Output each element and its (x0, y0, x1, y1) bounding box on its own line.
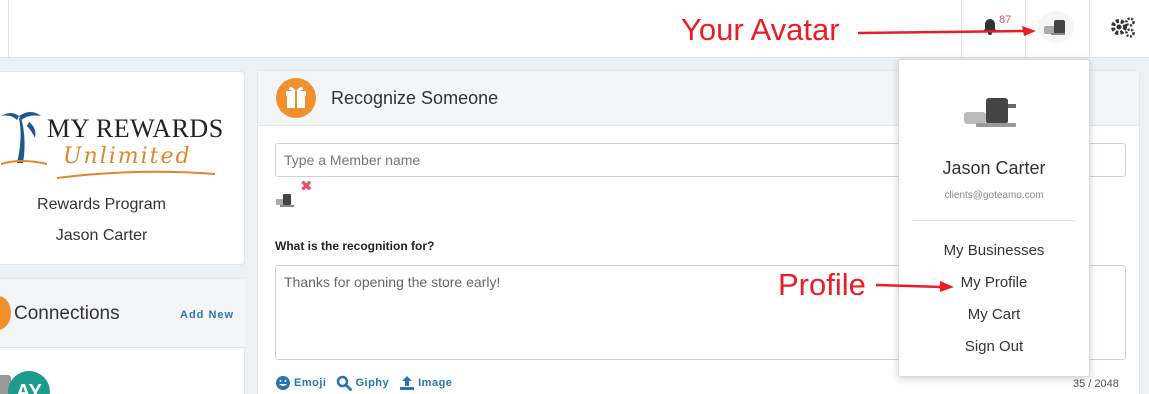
image-label: Image (418, 377, 453, 389)
emoji-button[interactable]: Emoji (275, 375, 326, 391)
menu-item-sign-out[interactable]: Sign Out (899, 338, 1089, 355)
logo-main-text: MY REWARDS (47, 114, 224, 143)
user-menu-dropdown: Jason Carter clients@goteamo.com My Busi… (898, 59, 1090, 377)
connections-icon (0, 296, 11, 330)
recognition-question-label: What is the recognition for? (275, 239, 435, 253)
gift-icon (276, 78, 316, 118)
notification-count: 87 (999, 14, 1012, 26)
emoji-label: Emoji (294, 377, 327, 389)
connections-header: Connections Add New (0, 279, 246, 348)
user-menu-email: clients@goteamo.com (944, 190, 1044, 201)
emoji-icon (276, 376, 290, 390)
top-bar-divider (1089, 0, 1090, 58)
top-bar-divider (8, 0, 9, 58)
annotation-profile: Profile (778, 267, 866, 302)
annotation-arrow-profile (876, 281, 954, 292)
menu-item-my-businesses[interactable]: My Businesses (899, 242, 1089, 259)
selected-member-avatar (275, 189, 297, 209)
user-menu-avatar (962, 94, 1026, 134)
remove-member-icon[interactable]: ✖ (300, 177, 313, 195)
annotation-your-avatar: Your Avatar (681, 12, 840, 47)
giphy-button[interactable]: Giphy (336, 375, 389, 391)
upload-icon (400, 376, 415, 390)
giphy-label: Giphy (355, 377, 390, 389)
program-logo: MY REWARDS Unlimited (1, 92, 226, 179)
user-avatar-button[interactable] (1038, 11, 1074, 43)
avatar-icon (1044, 20, 1065, 35)
image-upload-button[interactable]: Image (399, 375, 452, 391)
search-icon (337, 375, 353, 391)
program-card: MY REWARDS Unlimited Rewards Program Jas… (0, 71, 245, 265)
recognize-title: Recognize Someone (331, 88, 499, 108)
add-connection-link[interactable]: Add New (180, 309, 234, 321)
settings-gear-icon[interactable] (1108, 14, 1138, 40)
connections-title: Connections (14, 303, 120, 324)
menu-item-my-cart[interactable]: My Cart (899, 306, 1089, 323)
program-user-name: Jason Carter (55, 227, 148, 244)
connections-card: Connections Add New AY (0, 278, 246, 394)
user-menu-divider (912, 220, 1076, 221)
program-name: Rewards Program (37, 196, 166, 213)
logo-swoosh-icon (57, 170, 216, 179)
logo-sub-text: Unlimited (63, 144, 192, 169)
palm-tree-icon (1, 112, 48, 165)
connection-avatar[interactable]: AY (8, 371, 50, 394)
message-toolbar: Emoji Giphy Image (275, 375, 452, 391)
character-counter: 35 / 2048 (1073, 378, 1119, 390)
annotation-arrow-avatar (858, 26, 1036, 36)
user-menu-name: Jason Carter (942, 158, 1046, 178)
